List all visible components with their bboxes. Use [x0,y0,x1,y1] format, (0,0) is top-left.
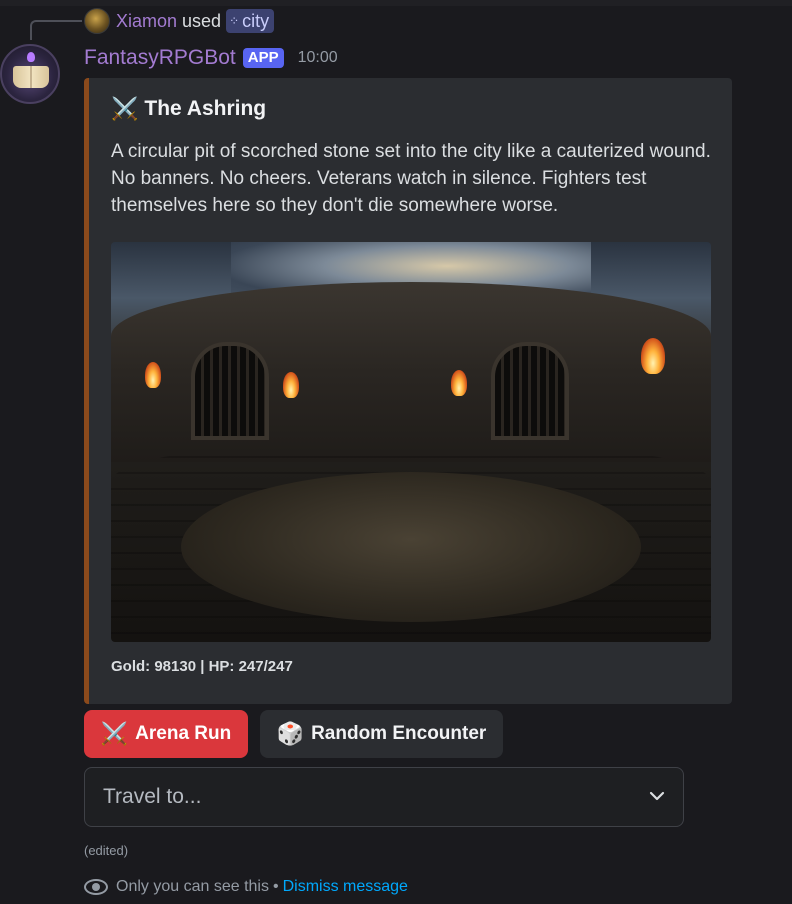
arena-run-label: Arena Run [135,723,232,744]
random-encounter-label: Random Encounter [311,723,487,744]
arena-image[interactable] [111,242,711,642]
bot-username[interactable]: FantasyRPGBot [84,46,236,70]
command-mention[interactable]: ⁘ city [226,9,275,33]
torch-flame-icon [451,370,467,396]
top-divider [0,0,792,6]
random-encounter-button[interactable]: 🎲 Random Encounter [260,710,503,758]
arena-run-button[interactable]: ⚔️ Arena Run [84,710,248,758]
slash-command-icon: ⁘ [229,14,239,28]
torch-flame-icon [283,372,299,398]
reply-connector [30,20,82,40]
travel-select[interactable]: Travel to... [84,767,684,827]
image-arena-floor [181,472,641,622]
user-avatar[interactable] [84,8,110,34]
edited-label: (edited) [84,843,129,858]
ephemeral-text: Only you can see this [116,878,269,895]
command-name: city [242,10,270,31]
app-badge: APP [242,48,284,68]
reply-used-text: used [182,10,222,31]
spellbook-gem-icon [27,52,35,62]
embed-card: ⚔️ The Ashring A circular pit of scorche… [84,78,732,704]
reply-username[interactable]: Xiamon [116,11,177,32]
chevron-down-icon [649,788,665,806]
embed-title-text: The Ashring [144,97,267,120]
dice-icon: 🎲 [276,721,305,746]
embed-footer: Gold: 98130 | HP: 247/247 [111,658,293,675]
embed-title: ⚔️ The Ashring [111,96,266,122]
message-header: FantasyRPGBot APP 10:00 [84,44,338,72]
eye-icon [84,879,108,895]
crossed-swords-icon: ⚔️ [111,96,139,121]
ephemeral-notice: Only you can see this • Dismiss message [84,876,408,898]
torch-flame-icon [641,338,665,374]
image-gate-right [491,342,569,440]
spellbook-avatar-icon [13,66,49,88]
dismiss-message-link[interactable]: Dismiss message [283,878,408,896]
embed-description: A circular pit of scorched stone set int… [111,141,711,216]
ephemeral-separator: • [272,878,279,895]
image-gate-left [191,342,269,440]
bot-avatar[interactable] [0,44,60,104]
message-timestamp[interactable]: 10:00 [298,49,338,67]
travel-select-placeholder: Travel to... [103,785,202,808]
crossed-swords-icon: ⚔️ [100,721,129,746]
reply-reference[interactable]: Xiamon used ⁘ city [84,8,275,34]
torch-flame-icon [145,362,161,388]
